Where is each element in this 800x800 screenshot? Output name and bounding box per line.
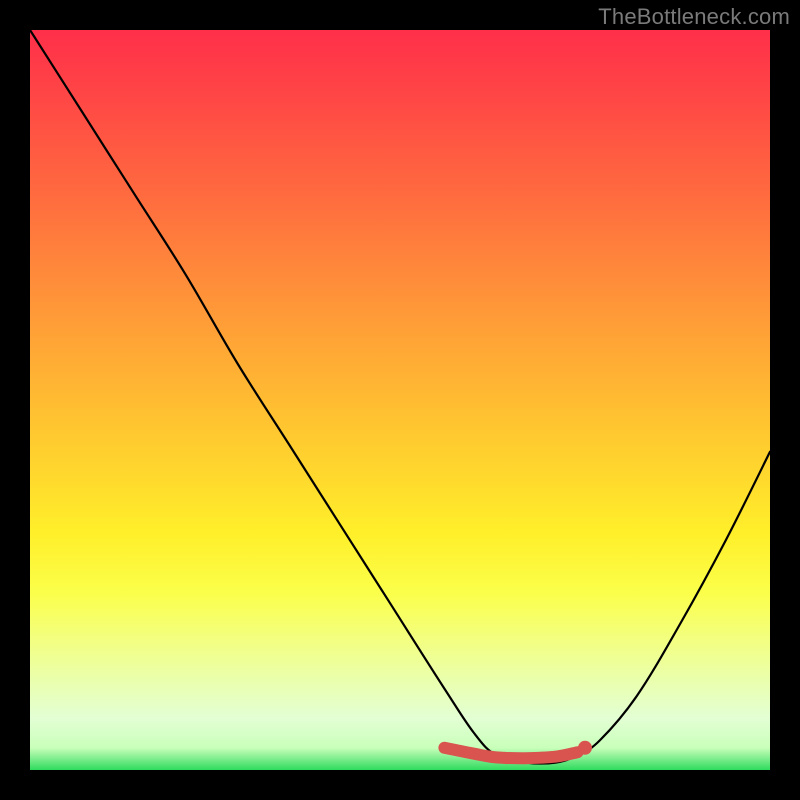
optimal-range-highlight: [444, 748, 577, 758]
plot-area: [30, 30, 770, 770]
watermark-text: TheBottleneck.com: [598, 4, 790, 30]
chart-frame: TheBottleneck.com: [0, 0, 800, 800]
chart-svg: [30, 30, 770, 770]
optimal-marker: [578, 741, 592, 755]
bottleneck-curve-path: [30, 30, 770, 764]
